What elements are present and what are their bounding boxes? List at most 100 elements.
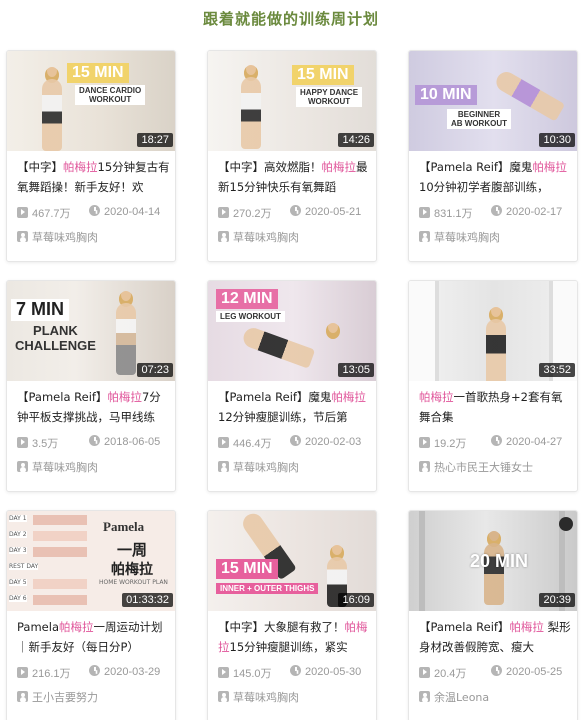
video-duration: 10:30 (539, 133, 575, 147)
publish-date: 2020-04-14 (104, 206, 161, 218)
video-duration: 20:39 (539, 593, 575, 607)
thumbnail-duration-badge: 7 MIN (11, 299, 70, 321)
title-prefix: 【Pamela Reif】魔鬼 (218, 390, 332, 404)
video-grid: 15 MIN DANCE CARDIO WORKOUT 18:27 【中字】帕梅… (0, 0, 582, 720)
video-author[interactable]: 草莓味鸡胸肉 (17, 229, 173, 245)
video-thumbnail[interactable]: 15 MIN INNER + OUTER THIGHS 16:09 (208, 511, 376, 611)
view-count: 19.2万 (434, 438, 467, 450)
video-author[interactable]: 草莓味鸡胸肉 (218, 689, 374, 705)
video-meta: 216.1万 2020-03-29 (17, 665, 173, 681)
video-author[interactable]: 热心市民王大锤女士 (419, 459, 575, 475)
user-icon (17, 231, 28, 242)
video-meta: 270.2万 2020-05-21 (218, 205, 374, 221)
author-name: 草莓味鸡胸肉 (434, 231, 500, 244)
thumbnail-subtitle: BEGINNER AB WORKOUT (447, 109, 511, 130)
video-card[interactable]: 15 MIN HAPPY DANCE WORKOUT 14:26 【中字】高效燃… (207, 50, 377, 262)
publish-date: 2020-04-27 (506, 436, 563, 448)
thumbnail-subtitle: HAPPY DANCE WORKOUT (296, 87, 363, 108)
thumbnail-plan-label: HOME WORKOUT PLAN (99, 579, 168, 586)
thumbnail-name-label: 帕梅拉 (111, 562, 153, 578)
video-thumbnail[interactable]: 33:52 (409, 281, 577, 381)
video-title[interactable]: 【中字】高效燃脂！帕梅拉最新15分钟快乐有氧舞蹈 (218, 157, 372, 197)
clock-icon (491, 665, 502, 676)
publish-date: 2018-06-05 (104, 436, 161, 448)
author-name: 草莓味鸡胸肉 (233, 231, 299, 244)
video-author[interactable]: 草莓味鸡胸肉 (17, 459, 173, 475)
video-author[interactable]: 草莓味鸡胸肉 (218, 459, 374, 475)
video-card[interactable]: 20 MIN 20:39 【Pamela Reif】帕梅拉 梨形身材改善假胯宽、… (408, 510, 578, 720)
video-thumbnail[interactable]: 15 MIN DANCE CARDIO WORKOUT 18:27 (7, 51, 175, 151)
title-suffix: 15分钟瘦腿训练，紧实 (229, 640, 348, 654)
author-name: 王小吉要努力 (32, 691, 98, 704)
video-card[interactable]: 7 MIN PLANK CHALLENGE 07:23 【Pamela Reif… (6, 280, 176, 492)
video-card[interactable]: 15 MIN INNER + OUTER THIGHS 16:09 【中字】大象… (207, 510, 377, 720)
thumbnail-duration-badge: 15 MIN (292, 65, 354, 85)
publish-date: 2020-02-03 (305, 436, 362, 448)
video-card[interactable]: DAY 1 DAY 2 DAY 3 REST DAY DAY 5 DAY 6 P… (6, 510, 176, 720)
view-count: 145.0万 (233, 668, 272, 680)
thumbnail-week-label: 一周 (117, 541, 148, 559)
author-name: 热心市民王大锤女士 (434, 461, 533, 474)
video-author[interactable]: 草莓味鸡胸肉 (218, 229, 374, 245)
video-title[interactable]: 【Pamela Reif】魔鬼帕梅拉 12分钟瘦腿训练，节后第 (218, 387, 372, 427)
view-count: 20.4万 (434, 668, 467, 680)
view-count: 467.7万 (32, 208, 71, 220)
view-count: 3.5万 (32, 438, 59, 450)
day-label: DAY 6 (9, 595, 27, 602)
video-meta: 467.7万 2020-04-14 (17, 205, 173, 221)
video-title[interactable]: Pamela帕梅拉一周运动计划｜新手友好（每日分P） (17, 617, 171, 657)
video-title[interactable]: 帕梅拉一首歌热身+2套有氧舞合集 (419, 387, 573, 427)
title-prefix: 【中字】大象腿有救了！ (218, 620, 345, 634)
clock-icon (290, 665, 301, 676)
video-title[interactable]: 【Pamela Reif】帕梅拉 梨形身材改善假胯宽、瘦大 (419, 617, 573, 657)
video-thumbnail[interactable]: 7 MIN PLANK CHALLENGE 07:23 (7, 281, 175, 381)
play-count-icon (218, 667, 229, 678)
clock-icon (290, 205, 301, 216)
video-thumbnail[interactable]: 10 MIN BEGINNER AB WORKOUT 10:30 (409, 51, 577, 151)
video-title[interactable]: 【Pamela Reif】魔鬼帕梅拉 10分钟初学者腹部训练， (419, 157, 573, 197)
play-count-icon (419, 437, 430, 448)
user-icon (419, 691, 430, 702)
user-icon (218, 231, 229, 242)
title-highlight: 帕梅拉 (419, 390, 454, 404)
video-title[interactable]: 【中字】帕梅拉15分钟复古有氧舞蹈操！新手友好！欢 (17, 157, 171, 197)
video-author[interactable]: 余温Leona (419, 689, 575, 705)
video-card[interactable]: 10 MIN BEGINNER AB WORKOUT 10:30 【Pamela… (408, 50, 578, 262)
video-card[interactable]: 15 MIN DANCE CARDIO WORKOUT 18:27 【中字】帕梅… (6, 50, 176, 262)
title-prefix: 【中字】 (17, 160, 63, 174)
video-meta: 19.2万 2020-04-27 (419, 435, 575, 451)
day-label: DAY 2 (9, 531, 27, 538)
title-prefix: 【Pamela Reif】魔鬼 (419, 160, 533, 174)
video-card[interactable]: 12 MIN LEG WORKOUT 13:05 【Pamela Reif】魔鬼… (207, 280, 377, 492)
video-thumbnail[interactable]: 20 MIN 20:39 (409, 511, 577, 611)
day-label: REST DAY (9, 563, 39, 570)
title-highlight: 帕梅拉 (321, 160, 357, 174)
user-icon (419, 231, 430, 242)
publish-date: 2020-05-30 (305, 666, 362, 678)
video-author[interactable]: 王小吉要努力 (17, 689, 173, 705)
video-title[interactable]: 【中字】大象腿有救了！帕梅拉15分钟瘦腿训练，紧实 (218, 617, 372, 657)
video-duration: 13:05 (338, 363, 374, 377)
play-count-icon (218, 207, 229, 218)
title-highlight: 帕梅拉 (509, 620, 544, 634)
day-label: DAY 1 (9, 515, 27, 522)
title-highlight: 帕梅拉 (331, 390, 366, 404)
video-author[interactable]: 草莓味鸡胸肉 (419, 229, 575, 245)
video-meta: 446.4万 2020-02-03 (218, 435, 374, 451)
video-thumbnail[interactable]: 15 MIN HAPPY DANCE WORKOUT 14:26 (208, 51, 376, 151)
thumbnail-duration-badge: 20 MIN (470, 551, 529, 571)
publish-date: 2020-03-29 (104, 666, 161, 678)
video-meta: 20.4万 2020-05-25 (419, 665, 575, 681)
author-name: 草莓味鸡胸肉 (233, 691, 299, 704)
clock-icon (290, 435, 301, 446)
thumbnail-subtitle: PLANK CHALLENGE (15, 323, 96, 353)
video-thumbnail[interactable]: 12 MIN LEG WORKOUT 13:05 (208, 281, 376, 381)
user-icon (419, 461, 430, 472)
video-title[interactable]: 【Pamela Reif】帕梅拉7分钟平板支撑挑战，马甲线练 (17, 387, 171, 427)
title-suffix: 12分钟瘦腿训练，节后第 (218, 410, 348, 424)
video-thumbnail[interactable]: DAY 1 DAY 2 DAY 3 REST DAY DAY 5 DAY 6 P… (7, 511, 175, 611)
user-icon (218, 461, 229, 472)
video-card[interactable]: 33:52 帕梅拉一首歌热身+2套有氧舞合集 19.2万 2020-04-27 … (408, 280, 578, 492)
title-prefix: 【Pamela Reif】 (419, 620, 510, 634)
view-count: 216.1万 (32, 668, 71, 680)
